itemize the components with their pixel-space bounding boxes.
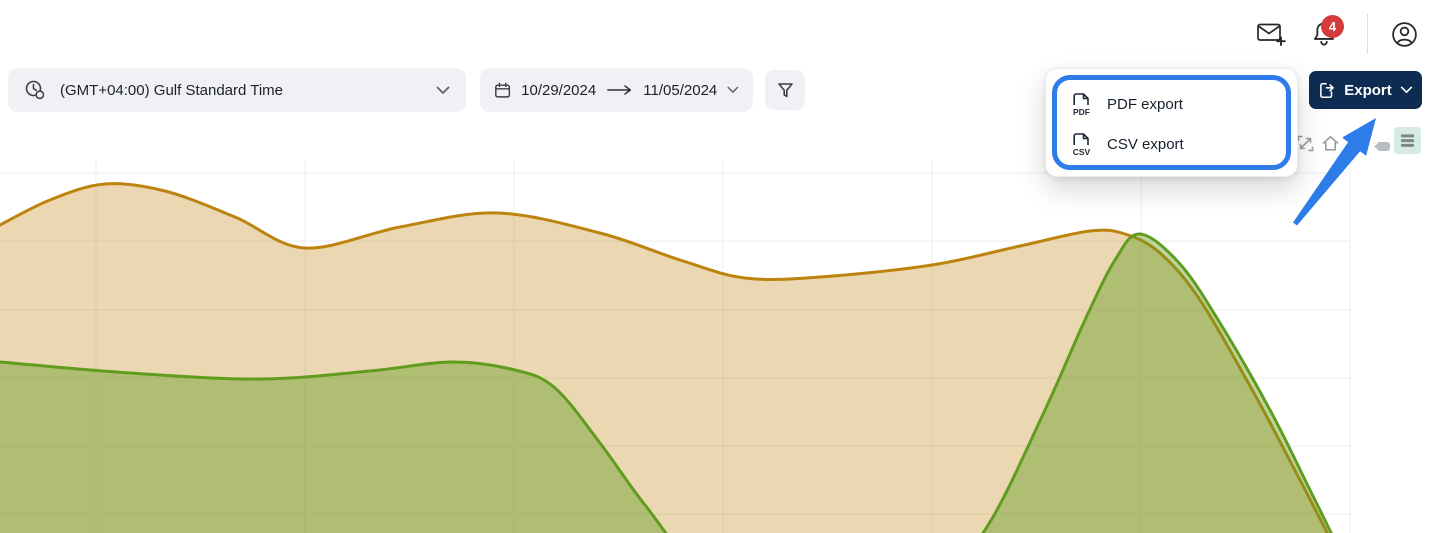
- menu-item-label: PDF export: [1107, 96, 1183, 113]
- menu-item-label: CSV export: [1107, 136, 1184, 153]
- export-button-label: Export: [1344, 82, 1392, 99]
- export-button[interactable]: Export: [1309, 71, 1422, 109]
- csv-icon-text: CSV: [1073, 147, 1091, 157]
- pdf-icon-text: PDF: [1073, 107, 1090, 117]
- account-icon: [1390, 20, 1419, 49]
- notification-count-badge: 4: [1321, 15, 1344, 38]
- pan-icon: [1372, 140, 1392, 153]
- arrow-right-icon: [606, 84, 633, 96]
- chevron-down-icon: [1400, 86, 1413, 94]
- new-message-button[interactable]: [1255, 18, 1287, 50]
- chart-pan-button[interactable]: [1372, 136, 1392, 156]
- chevron-down-icon: [727, 86, 739, 94]
- date-range-start: 10/29/2024: [521, 82, 596, 99]
- selection-zoom-icon: [1296, 134, 1315, 153]
- export-dropdown-menu: PDF PDF export CSV CSV export: [1045, 68, 1298, 177]
- csv-file-icon: CSV: [1071, 132, 1092, 157]
- chevron-down-icon: [436, 86, 450, 95]
- export-menu-items: PDF PDF export CSV CSV export: [1046, 84, 1297, 164]
- pdf-file-icon: PDF: [1071, 92, 1092, 117]
- chart-home-reset-button[interactable]: [1321, 133, 1341, 153]
- mail-plus-icon: [1256, 20, 1286, 48]
- dashboard-page: { "header": { "notification_count": "4",…: [0, 0, 1431, 533]
- date-range-picker[interactable]: 10/29/2024 11/05/2024: [480, 68, 753, 112]
- menu-item-csv-export[interactable]: CSV CSV export: [1046, 124, 1297, 164]
- filter-button[interactable]: [765, 70, 805, 110]
- timezone-clock-icon: [24, 79, 46, 101]
- timezone-select[interactable]: (GMT+04:00) Gulf Standard Time: [8, 68, 466, 112]
- chart-menu-button[interactable]: [1394, 127, 1421, 154]
- header-divider: [1367, 14, 1368, 54]
- date-range-end: 11/05/2024: [643, 82, 717, 99]
- filter-funnel-icon: [776, 81, 795, 100]
- menu-icon: [1400, 132, 1415, 149]
- timezone-value: (GMT+04:00) Gulf Standard Time: [60, 82, 436, 99]
- home-icon: [1321, 134, 1340, 153]
- account-button[interactable]: [1388, 18, 1420, 50]
- area-chart-svg: [0, 160, 1431, 533]
- menu-item-pdf-export[interactable]: PDF PDF export: [1046, 84, 1297, 124]
- export-icon: [1318, 81, 1336, 100]
- chart-selection-zoom-button[interactable]: [1296, 133, 1316, 153]
- notification-count: 4: [1329, 19, 1336, 34]
- calendar-icon: [494, 81, 511, 100]
